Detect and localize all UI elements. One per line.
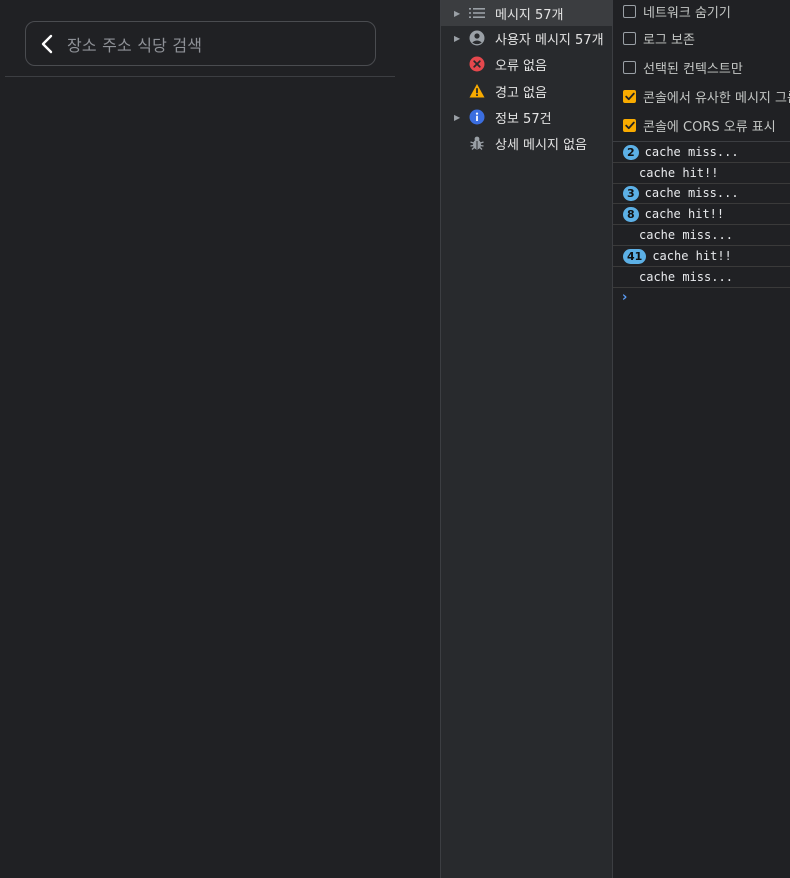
log-text: cache hit!! xyxy=(644,207,725,221)
checkbox[interactable] xyxy=(623,4,636,18)
log-message[interactable]: 41 cache hit!! xyxy=(613,246,790,267)
search-bar[interactable]: 장소 주소 식당 검색 xyxy=(25,21,376,66)
console-sidebar: ▶ 메시지 57개 ▶ 사용자 메시지 57개 ▶ xyxy=(440,0,613,878)
info-icon xyxy=(469,109,485,125)
checkbox[interactable] xyxy=(623,60,636,74)
log-text: cache miss... xyxy=(644,145,739,159)
log-message[interactable]: 2 cache miss... xyxy=(613,142,790,163)
checkbox[interactable] xyxy=(623,89,636,103)
expand-triangle-icon[interactable]: ▶ xyxy=(454,113,463,122)
setting-label: 네트워크 숨기기 xyxy=(643,5,731,21)
console-prompt[interactable]: › xyxy=(622,290,627,305)
warning-icon xyxy=(469,83,485,99)
repeat-count-badge: 3 xyxy=(623,185,639,201)
log-message[interactable]: 3 cache miss... xyxy=(613,183,790,204)
header-divider xyxy=(5,76,395,77)
sidebar-item-user-messages[interactable]: ▶ 사용자 메시지 57개 xyxy=(441,25,612,51)
log-text: cache miss... xyxy=(639,228,733,242)
setting-preserve-log[interactable]: 로그 보존 xyxy=(613,24,790,52)
checkmark-icon xyxy=(624,121,635,129)
sidebar-item-errors[interactable]: ▶ 오류 없음 xyxy=(441,51,612,77)
setting-label: 콘솔에서 유사한 메시지 그룹 xyxy=(643,90,790,106)
setting-show-cors-errors[interactable]: 콘솔에 CORS 오류 표시 xyxy=(613,111,790,139)
log-text: cache hit!! xyxy=(652,249,732,263)
expand-triangle-icon[interactable]: ▶ xyxy=(454,9,463,18)
setting-label: 콘솔에 CORS 오류 표시 xyxy=(643,119,776,135)
sidebar-item-label: 상세 메시지 없음 xyxy=(495,137,587,153)
console-pane: 네트워크 숨기기 로그 보존 선택된 컨텍스트만 콘솔에서 유사한 메시지 그룹… xyxy=(613,0,790,878)
setting-label: 선택된 컨텍스트만 xyxy=(643,61,743,77)
setting-group-similar[interactable]: 콘솔에서 유사한 메시지 그룹 xyxy=(613,82,790,110)
setting-selected-context-only[interactable]: 선택된 컨텍스트만 xyxy=(613,53,790,81)
log-message[interactable]: cache miss... xyxy=(613,267,790,288)
checkbox[interactable] xyxy=(623,118,636,132)
error-icon xyxy=(469,56,485,72)
sidebar-item-info[interactable]: ▶ 정보 57건 xyxy=(441,104,612,130)
user-circle-icon xyxy=(469,30,485,46)
checkmark-icon xyxy=(624,92,635,100)
log-text: cache miss... xyxy=(639,270,733,284)
setting-hide-network[interactable]: 네트워크 숨기기 xyxy=(613,0,790,25)
log-text: cache hit!! xyxy=(639,166,719,180)
repeat-count-badge: 41 xyxy=(623,248,647,264)
sidebar-item-warnings[interactable]: ▶ 경고 없음 xyxy=(441,78,612,104)
setting-label: 로그 보존 xyxy=(643,32,695,48)
list-icon xyxy=(469,5,485,21)
log-message[interactable]: 8 cache hit!! xyxy=(613,204,790,225)
bug-icon xyxy=(469,135,485,151)
checkbox[interactable] xyxy=(623,31,636,45)
log-message[interactable]: cache hit!! xyxy=(613,163,790,184)
app-pane: 장소 주소 식당 검색 xyxy=(0,0,440,878)
back-chevron-icon[interactable] xyxy=(39,33,55,55)
sidebar-item-messages[interactable]: ▶ 메시지 57개 xyxy=(441,0,612,26)
sidebar-item-label: 경고 없음 xyxy=(495,85,547,101)
log-message[interactable]: cache miss... xyxy=(613,225,790,246)
search-input[interactable]: 장소 주소 식당 검색 xyxy=(67,32,202,56)
repeat-count-badge: 2 xyxy=(623,144,639,160)
log-text: cache miss... xyxy=(644,186,739,200)
sidebar-item-label: 오류 없음 xyxy=(495,58,547,74)
sidebar-item-verbose[interactable]: ▶ 상세 메시지 없음 xyxy=(441,130,612,156)
sidebar-item-label: 메시지 57개 xyxy=(495,7,564,23)
sidebar-item-label: 정보 57건 xyxy=(495,111,552,127)
expand-triangle-icon[interactable]: ▶ xyxy=(454,34,463,43)
sidebar-item-label: 사용자 메시지 57개 xyxy=(495,32,604,48)
repeat-count-badge: 8 xyxy=(623,206,639,222)
